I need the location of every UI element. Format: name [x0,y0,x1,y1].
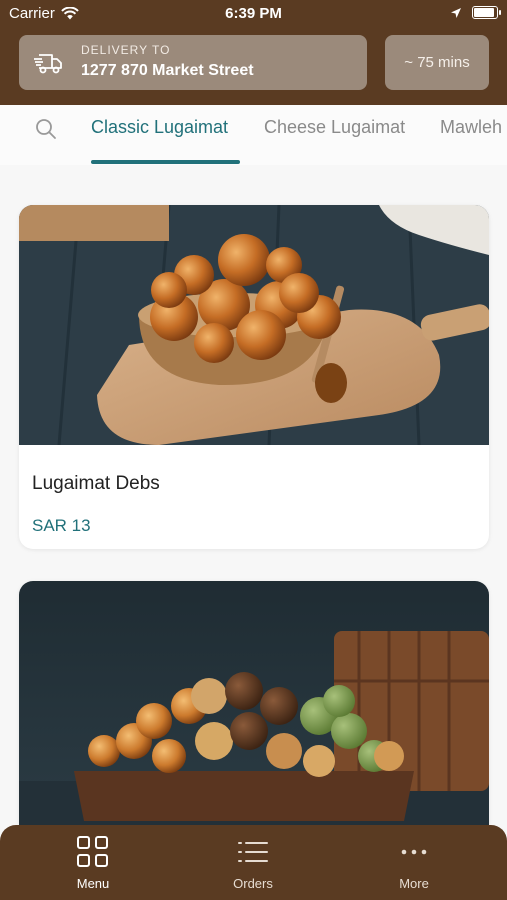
status-bar: Carrier 6:39 PM [0,0,507,28]
nav-orders[interactable]: Orders [193,835,313,891]
tab-cheese-lugaimat[interactable]: Cheese Lugaimat [264,117,405,138]
app-header: Carrier 6:39 PM DELIVERY TO 1277 870 Mar… [0,0,507,105]
grid-icon [77,836,108,867]
delivery-label: DELIVERY TO [81,43,171,57]
search-icon[interactable] [34,117,58,141]
product-title: Lugaimat Debs [32,473,160,494]
delivery-eta[interactable]: ~ 75 mins [385,35,489,90]
category-tabs: Classic Lugaimat Cheese Lugaimat Mawleh [0,105,507,165]
battery-icon [472,6,501,19]
more-dots-icon [401,849,427,855]
eta-label: ~ 75 mins [404,54,470,71]
bottom-navigation: Menu Orders More [0,825,507,900]
status-right [450,6,501,19]
nav-orders-label: Orders [233,876,273,891]
delivery-address-selector[interactable]: DELIVERY TO 1277 870 Market Street [19,35,367,90]
nav-menu-label: Menu [76,876,110,891]
active-tab-indicator [91,160,240,164]
location-arrow-icon [451,7,461,18]
nav-more-label: More [399,876,429,891]
nav-more[interactable]: More [354,835,474,891]
delivery-truck-icon [34,54,62,74]
tab-mawleh[interactable]: Mawleh [440,117,502,138]
tab-classic-lugaimat[interactable]: Classic Lugaimat [91,117,228,138]
delivery-address: 1277 870 Market Street [81,62,254,79]
product-price: SAR 13 [32,516,91,535]
lugaimat-bowl-photo [19,205,489,445]
nav-menu[interactable]: Menu [33,835,153,891]
status-time: 6:39 PM [225,5,282,22]
list-icon [238,842,268,862]
product-card[interactable]: Lugaimat Debs SAR 13 [19,205,489,549]
